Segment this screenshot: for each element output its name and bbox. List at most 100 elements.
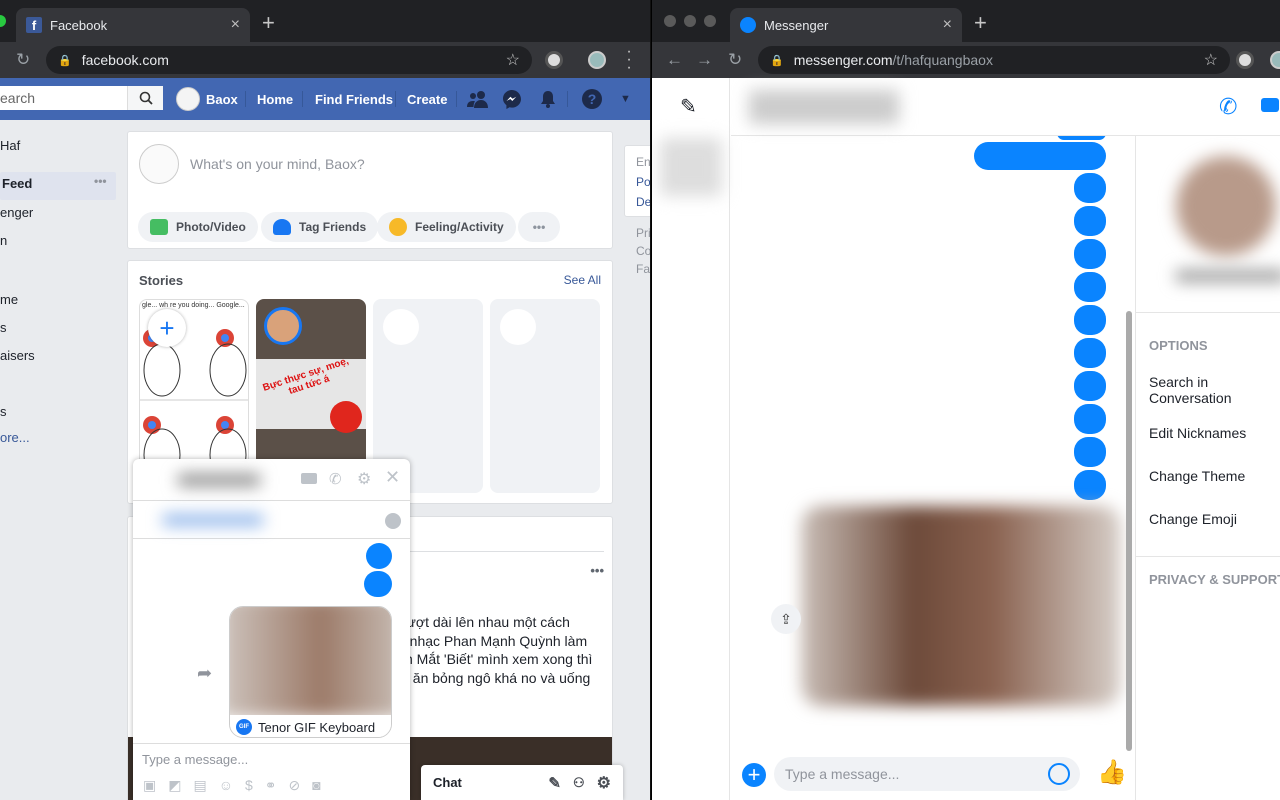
phone-icon[interactable]: ✆ [1219,94,1237,120]
chat-sidebar-bar[interactable]: Chat ✎ ⚇ ⚙ [421,765,623,800]
profile-avatar[interactable] [1270,51,1280,69]
sent-message-bubble[interactable] [1074,470,1106,500]
search-icon[interactable] [127,86,163,110]
money-icon[interactable]: $ [245,777,253,794]
zoom-window-button[interactable] [0,15,6,27]
footer-link[interactable]: Pri [636,224,650,242]
scrollbar[interactable] [1126,311,1132,751]
attach-icon[interactable]: ⊘ [289,777,301,794]
reload-icon[interactable]: ↻ [728,50,742,70]
sent-message-bubble[interactable] [366,543,392,569]
browser-menu-icon[interactable]: · · · [626,44,632,76]
phone-icon[interactable]: ✆ [329,470,342,488]
composer-input[interactable]: What's on your mind, Baox? [190,156,365,172]
close-tab-icon[interactable]: × [231,16,240,34]
extension-icon[interactable] [545,51,563,69]
sent-message-bubble[interactable] [1074,272,1106,302]
chevron-down-icon[interactable]: ▼ [620,78,631,120]
edit-nicknames-option[interactable]: Edit Nicknames [1149,425,1246,441]
sidebar-item-profile[interactable]: Haf [0,138,20,153]
create-group-icon[interactable]: ⚇ [573,775,585,791]
message-input[interactable]: Type a message... [774,757,1080,791]
add-story-plus-icon[interactable]: + [148,309,186,347]
forward-arrow-icon[interactable]: → [696,50,713,70]
video-call-icon[interactable] [301,473,317,484]
sent-message-bubble[interactable] [1057,136,1106,140]
photo-video-button[interactable]: Photo/Video [138,212,258,242]
sent-message-bubble[interactable] [1074,404,1106,434]
friend-requests-icon[interactable] [467,78,489,120]
sidebar-item[interactable]: n [0,233,7,248]
gear-icon[interactable]: ⚙ [597,773,611,793]
sidebar-see-more-link[interactable]: ore... [0,430,30,445]
bookmark-star-icon[interactable]: ☆ [506,50,520,70]
right-col-link[interactable]: De [636,192,650,212]
close-tab-icon[interactable]: × [943,16,952,34]
notifications-bell-icon[interactable] [538,78,558,120]
nav-find-friends[interactable]: Find Friends [315,78,393,120]
gif-message[interactable]: GIF Tenor GIF Keyboard [229,606,392,738]
thumbs-up-icon[interactable]: 👍 [1097,758,1127,787]
more-actions-button[interactable]: ••• [518,212,560,242]
tab-messenger[interactable]: Messenger × [730,8,962,42]
sent-message-bubble[interactable] [1074,206,1106,236]
zoom-window-button[interactable] [704,15,716,27]
new-tab-button[interactable]: + [262,12,275,34]
gif-message-blurred[interactable] [801,506,1121,706]
footer-link[interactable]: Fa [636,260,650,278]
search-input[interactable]: earch [0,86,163,110]
sent-message-bubble[interactable] [1074,173,1106,203]
more-options-icon[interactable]: ••• [94,174,107,188]
address-bar[interactable]: 🔒 messenger.com /t/hafquangbaox ☆ [758,46,1230,74]
messenger-icon[interactable] [385,513,401,529]
close-window-button[interactable] [664,15,676,27]
sidebar-item-fundraisers[interactable]: aisers [0,348,35,363]
gear-icon[interactable]: ⚙ [357,469,371,489]
link-icon[interactable]: ⚭ [265,777,277,794]
nav-home[interactable]: Home [257,78,293,120]
sidebar-item-news-feed[interactable]: Feed ••• [0,172,116,200]
sent-message-bubble[interactable] [364,571,392,597]
sent-message-bubble[interactable] [1074,338,1106,368]
sidebar-item[interactable]: s [0,320,7,335]
share-icon[interactable]: ⇪ [771,604,801,634]
camera-icon[interactable]: ◙ [312,777,320,794]
address-bar[interactable]: 🔒 facebook.com ☆ [46,46,532,74]
sent-message-bubble[interactable] [1074,371,1106,401]
new-tab-button[interactable]: + [974,12,987,34]
conversation-item-blurred[interactable] [660,138,722,196]
tag-friends-button[interactable]: Tag Friends [261,212,379,242]
sidebar-item-messenger[interactable]: enger [0,205,33,220]
emoji-icon[interactable] [1048,763,1070,785]
close-icon[interactable]: ✕ [385,467,400,488]
tab-facebook[interactable]: f Facebook × [16,8,250,42]
sent-message-bubble[interactable] [1074,437,1106,467]
change-emoji-option[interactable]: Change Emoji [1149,511,1237,527]
profile-avatar[interactable] [588,51,606,69]
extension-icon[interactable] [1236,51,1254,69]
plus-icon[interactable]: + [742,762,766,787]
minimize-window-button[interactable] [684,15,696,27]
profile-link[interactable]: Baox [176,78,238,120]
sidebar-item[interactable]: me [0,292,18,307]
right-col-link[interactable]: Po [636,172,650,192]
search-in-conversation-option[interactable]: Search in Conversation [1149,374,1269,406]
video-call-icon[interactable] [1261,98,1279,112]
sent-message-bubble[interactable] [1074,305,1106,335]
message-input[interactable]: Type a message... [142,752,248,767]
share-arrow-icon[interactable]: ➦ [197,663,212,684]
sent-message-bubble[interactable] [1074,239,1106,269]
new-message-icon[interactable]: ✎ [548,774,561,792]
see-all-link[interactable]: See All [564,273,601,287]
feeling-activity-button[interactable]: Feeling/Activity [377,212,516,242]
post-options-icon[interactable]: ••• [590,563,604,578]
footer-link[interactable]: Co [636,242,650,260]
help-icon[interactable]: ? [582,78,602,120]
sent-message-bubble[interactable] [974,142,1106,170]
gif-icon[interactable]: ▤ [193,777,206,794]
privacy-support-header[interactable]: PRIVACY & SUPPORT [1149,572,1280,587]
sticker-icon[interactable]: ◩ [168,777,181,794]
bookmark-star-icon[interactable]: ☆ [1204,50,1218,70]
reload-icon[interactable]: ↻ [16,50,30,70]
sidebar-item[interactable]: s [0,404,7,419]
